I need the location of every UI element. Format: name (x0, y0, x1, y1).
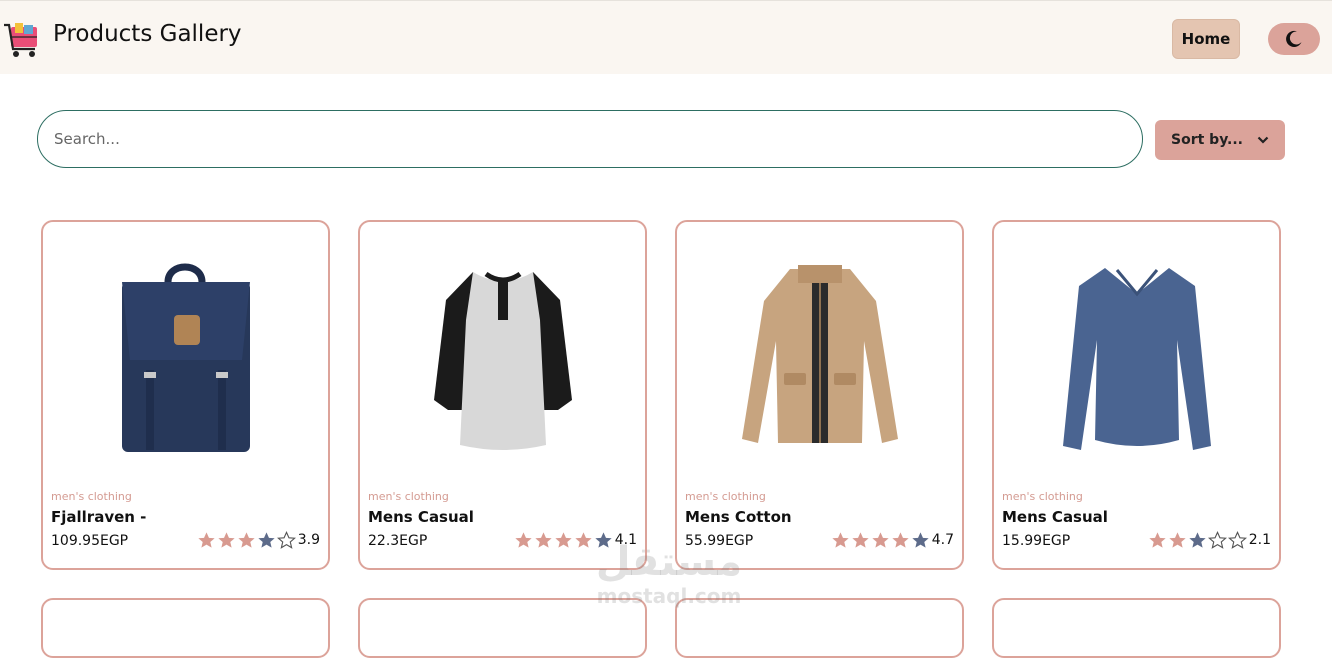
rating-stars (197, 531, 296, 549)
rating-value: 2.1 (1248, 532, 1271, 548)
product-card[interactable]: men's clothing Mens Casual 22.3EGP 4.1 (358, 220, 647, 570)
star-filled-icon (852, 532, 869, 548)
product-title[interactable]: Mens Casual (1002, 508, 1108, 526)
backpack-icon (121, 263, 250, 452)
star-filled-icon (1149, 532, 1166, 548)
star-partial-icon (912, 532, 929, 548)
product-card[interactable]: men's clothing Mens Cotton 55.99EGP 4.7 (675, 220, 964, 570)
sort-label: Sort by... (1171, 132, 1243, 148)
star-filled-icon (535, 532, 552, 548)
star-filled-icon (198, 532, 215, 548)
rating-stars (1148, 531, 1247, 549)
product-category: men's clothing (51, 490, 132, 503)
star-filled-icon (1169, 532, 1186, 548)
star-filled-icon (872, 532, 889, 548)
star-partial-icon (258, 532, 275, 548)
sort-dropdown[interactable]: Sort by... (1155, 120, 1285, 160)
chevron-down-icon (1257, 136, 1269, 144)
rating-stars (831, 531, 930, 549)
product-card[interactable] (992, 598, 1281, 658)
watermark-arabic: مستقل (595, 539, 743, 585)
moon-icon (1286, 30, 1302, 47)
brand-title[interactable]: Products Gallery (53, 21, 242, 47)
product-title[interactable]: Mens Cotton (685, 508, 792, 526)
star-filled-icon (218, 532, 235, 548)
product-category: men's clothing (685, 490, 766, 503)
raglan-shirt-icon (433, 271, 572, 450)
product-image[interactable] (994, 242, 1279, 472)
product-price: 22.3EGP (368, 533, 428, 549)
star-empty-icon (1227, 531, 1247, 549)
star-filled-icon (515, 532, 532, 548)
product-card[interactable]: men's clothing Mens Casual 15.99EGP 2.1 (992, 220, 1281, 570)
star-partial-icon (1189, 532, 1206, 548)
product-category: men's clothing (368, 490, 449, 503)
product-card[interactable]: men's clothing Fjallraven - 109.95EGP 3.… (41, 220, 330, 570)
shopping-cart-icon[interactable] (2, 19, 40, 59)
product-image[interactable] (43, 242, 328, 472)
product-rating: 2.1 (1148, 531, 1271, 549)
star-empty-icon (1207, 531, 1227, 549)
product-title[interactable]: Mens Casual (368, 508, 474, 526)
watermark: مستقل mostaql.com (584, 540, 754, 620)
star-filled-icon (892, 532, 909, 548)
product-card[interactable] (41, 598, 330, 658)
product-price: 15.99EGP (1002, 533, 1071, 549)
long-sleeve-shirt-icon (1062, 267, 1211, 450)
theme-toggle-button[interactable] (1268, 23, 1320, 55)
search-input[interactable] (37, 110, 1143, 168)
product-image[interactable] (360, 242, 645, 472)
product-rating: 4.7 (831, 531, 954, 549)
product-rating: 3.9 (197, 531, 320, 549)
product-image[interactable] (677, 242, 962, 472)
star-filled-icon (832, 532, 849, 548)
product-category: men's clothing (1002, 490, 1083, 503)
jacket-icon (741, 265, 898, 443)
star-filled-icon (555, 532, 572, 548)
product-price: 109.95EGP (51, 533, 129, 549)
watermark-latin: mostaql.com (596, 584, 742, 608)
rating-value: 3.9 (297, 532, 320, 548)
navbar: Products Gallery Home (0, 0, 1332, 74)
rating-value: 4.7 (931, 532, 954, 548)
star-empty-icon (276, 531, 296, 549)
product-title[interactable]: Fjallraven - (51, 508, 146, 526)
home-button[interactable]: Home (1172, 19, 1240, 59)
star-filled-icon (238, 532, 255, 548)
